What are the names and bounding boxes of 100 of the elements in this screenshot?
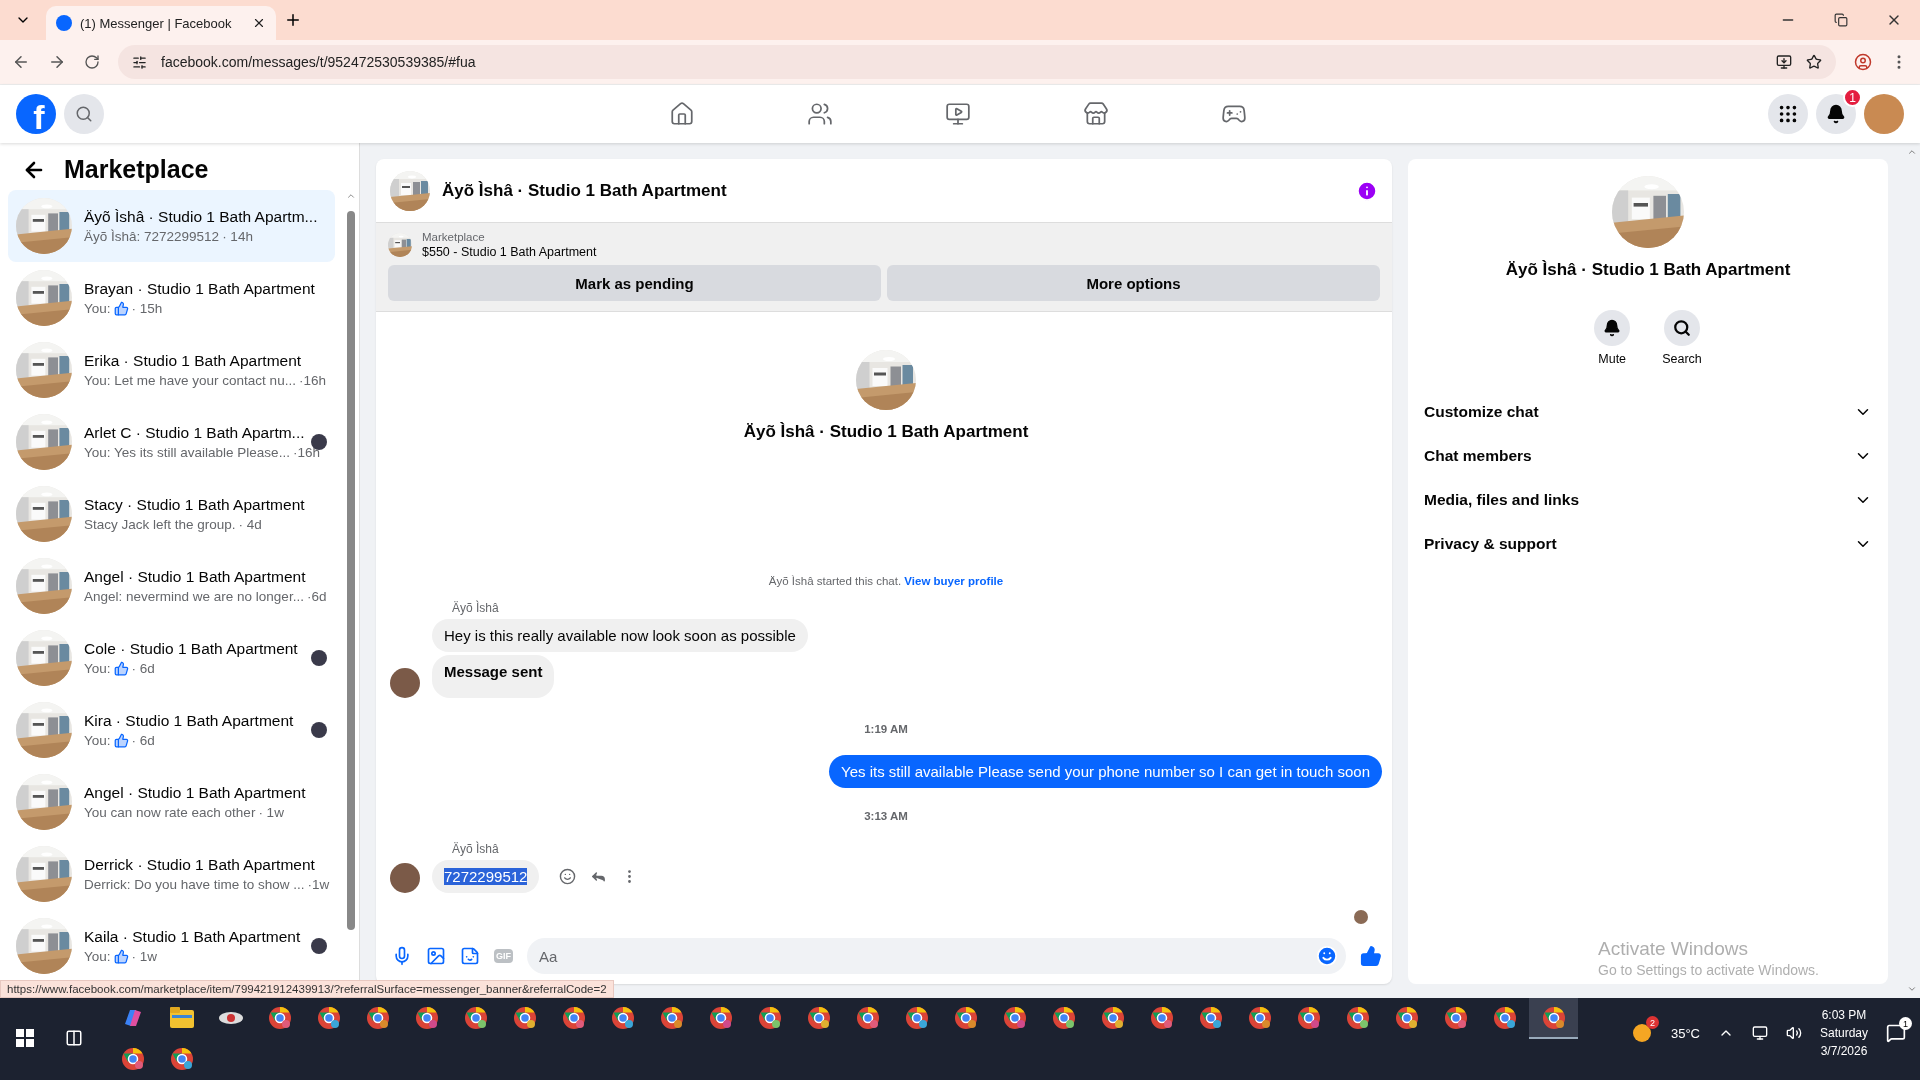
info-icon[interactable] bbox=[1356, 179, 1378, 202]
close-icon[interactable] bbox=[252, 16, 266, 30]
details-section[interactable]: Chat members bbox=[1408, 434, 1888, 478]
search-button[interactable] bbox=[64, 94, 104, 134]
apps-menu-button[interactable] bbox=[1768, 94, 1808, 134]
conversation-item[interactable]: Angel · Studio 1 Bath Apartment You can now rate each other · 1w bbox=[8, 766, 335, 838]
conversation-name: Stacy · Studio 1 Bath Apartment bbox=[84, 496, 306, 514]
sender-name: Äyõ Ìshâ bbox=[452, 842, 499, 856]
display-icon[interactable] bbox=[1751, 1025, 1768, 1041]
profile-avatar[interactable] bbox=[1864, 94, 1904, 134]
conversation-item[interactable]: Erika · Studio 1 Bath Apartment You: Let me have your contact nu... ·16h bbox=[8, 334, 335, 406]
notifications-icon[interactable] bbox=[1886, 1023, 1906, 1043]
message-time: ·16h bbox=[298, 373, 326, 388]
sender-avatar bbox=[390, 668, 420, 698]
conversation-item[interactable]: Kira · Studio 1 Bath Apartment You: · 6d bbox=[8, 694, 335, 766]
status-url: https://www.facebook.com/marketplace/item/799421912439913/?referralSurface=messenger_banner&referralCode=2 bbox=[0, 980, 614, 998]
clock-time: 6:03 PM bbox=[1821, 1008, 1867, 1022]
conversation-name: Angel · Studio 1 Bath Apartment bbox=[84, 568, 307, 586]
search-icon bbox=[75, 105, 93, 123]
new-tab-icon[interactable] bbox=[284, 11, 302, 29]
chat-started-note: Äyõ Ìshâ started this chat. View buyer profile bbox=[767, 575, 1005, 587]
video-icon bbox=[945, 101, 971, 127]
back-icon[interactable] bbox=[12, 53, 30, 71]
message-time: · 6d bbox=[131, 661, 155, 676]
thumbs-up-icon bbox=[113, 949, 129, 964]
conversation-item[interactable]: Brayan · Studio 1 Bath Apartment You: · 15h bbox=[8, 262, 335, 334]
forward-icon[interactable] bbox=[48, 53, 66, 71]
message-bubble: Hey is this really available now look soon as possible bbox=[432, 619, 808, 652]
message-preview: You can now rate each other bbox=[84, 805, 256, 820]
seen-avatar bbox=[311, 938, 327, 954]
message-preview: Stacy Jack left the group. bbox=[84, 517, 236, 532]
reload-icon[interactable] bbox=[84, 54, 100, 70]
message-time: · 14h bbox=[222, 229, 253, 244]
sender-avatar bbox=[390, 863, 420, 893]
sticker-icon[interactable] bbox=[460, 946, 480, 966]
site-settings-icon[interactable] bbox=[132, 54, 147, 70]
conversation-name: Kaila · Studio 1 Bath Apartment bbox=[84, 928, 299, 946]
conversation-item[interactable]: Cole · Studio 1 Bath Apartment You: · 6d bbox=[8, 622, 335, 694]
message-bubble: Message sent bbox=[432, 655, 555, 698]
chrome-icon[interactable] bbox=[1529, 998, 1578, 1039]
message-time: · 6d bbox=[131, 733, 155, 748]
message-preview: You: Let me have your contact nu... bbox=[84, 373, 296, 388]
message-input[interactable]: Aa bbox=[527, 938, 1346, 974]
message-preview: You: Yes its still available Please... bbox=[84, 445, 290, 460]
activation-note: Go to Settings to activate Windows. bbox=[1598, 962, 1819, 978]
message-time: ·16h bbox=[292, 445, 320, 460]
buyer-profile-link[interactable]: View buyer profile bbox=[904, 575, 1004, 587]
bell-icon bbox=[1826, 104, 1846, 124]
volume-icon[interactable] bbox=[1785, 1025, 1802, 1041]
message-bubble: Yes its still available Please send your phone number so I can get in touch soon bbox=[829, 755, 1382, 788]
conversation-item[interactable]: Arlet C · Studio 1 Bath Apartm... You: Yes its still available Please... ·16h bbox=[8, 406, 335, 478]
conversation-item[interactable]: Kaila · Studio 1 Bath Apartment You: · 1w bbox=[8, 910, 335, 982]
chat-intro-name: Äyõ Ìshâ · Studio 1 Bath Apartment bbox=[743, 422, 1029, 442]
conversation-item[interactable]: Äyõ Ìshâ · Studio 1 Bath Apartm... Äyõ Ìshâ: 7272299512 · 14h bbox=[8, 190, 335, 262]
message-preview: You: bbox=[84, 301, 111, 316]
seen-avatar bbox=[311, 650, 327, 666]
message-time: · 1w bbox=[258, 805, 284, 820]
conversation-name: Kira · Studio 1 Bath Apartment bbox=[84, 712, 295, 730]
home-icon bbox=[669, 101, 695, 127]
store-icon bbox=[1083, 101, 1109, 127]
restore-icon[interactable] bbox=[1834, 13, 1848, 27]
conversation-name: Brayan · Studio 1 Bath Apartment bbox=[84, 280, 316, 298]
weather-badge: 2 bbox=[1645, 1016, 1659, 1029]
conversation-name: Angel · Studio 1 Bath Apartment bbox=[84, 784, 307, 802]
bookmark-icon[interactable] bbox=[1806, 54, 1822, 70]
conversation-item[interactable]: Derrick · Studio 1 Bath Apartment Derrick: Do you have time to show ... ·1w bbox=[8, 838, 335, 910]
details-section[interactable]: Media, files and links bbox=[1408, 478, 1888, 522]
bell-icon bbox=[1603, 319, 1622, 337]
photo-icon[interactable] bbox=[426, 946, 446, 966]
action-button[interactable]: More options bbox=[887, 265, 1380, 301]
message-preview: Derrick: Do you have time to show ... bbox=[84, 877, 305, 892]
message-preview: Äyõ Ìshâ: 7272299512 bbox=[84, 229, 220, 244]
thumbs-up-icon bbox=[113, 301, 129, 316]
timestamp: 3:13 AM bbox=[864, 810, 908, 822]
weather-icon[interactable] bbox=[1630, 1022, 1653, 1044]
message-preview: You: bbox=[84, 661, 111, 676]
clock-day: Saturday bbox=[1819, 1026, 1868, 1040]
address-bar[interactable]: facebook.com/messages/t/952472530539385/#fua bbox=[118, 45, 1836, 79]
install-icon[interactable] bbox=[1776, 54, 1792, 70]
thumbs-up-icon[interactable] bbox=[1360, 945, 1382, 967]
browser-tab[interactable]: (1) Messenger | Facebook bbox=[46, 6, 276, 40]
conversation-item[interactable]: Stacy · Studio 1 Bath Apartment Stacy Jack left the group. · 4d bbox=[8, 478, 335, 550]
listing-label: Marketplace bbox=[422, 231, 486, 243]
timestamp: 1:19 AM bbox=[864, 723, 908, 735]
seen-avatar bbox=[311, 722, 327, 738]
details-section[interactable]: Privacy & support bbox=[1408, 522, 1888, 566]
microphone-icon[interactable] bbox=[392, 946, 412, 966]
details-section[interactable]: Customize chat bbox=[1408, 390, 1888, 434]
thumbs-up-icon bbox=[113, 661, 129, 676]
people-icon bbox=[807, 101, 833, 127]
thumbs-up-icon bbox=[113, 733, 129, 748]
profile-icon[interactable] bbox=[1854, 53, 1872, 71]
react-icon[interactable] bbox=[559, 867, 577, 885]
facebook-logo[interactable]: f bbox=[16, 94, 56, 134]
conversation-item[interactable]: Angel · Studio 1 Bath Apartment Angel: nevermind we are no longer... ·6d bbox=[8, 550, 335, 622]
listing-title[interactable]: $550 - Studio 1 Bath Apartment bbox=[422, 245, 597, 259]
sidebar-title: Marketplace bbox=[64, 155, 209, 184]
action-button[interactable]: Mark as pending bbox=[388, 265, 881, 301]
activation-title: Activate Windows bbox=[1598, 938, 1749, 960]
emoji-icon[interactable] bbox=[1316, 945, 1338, 967]
